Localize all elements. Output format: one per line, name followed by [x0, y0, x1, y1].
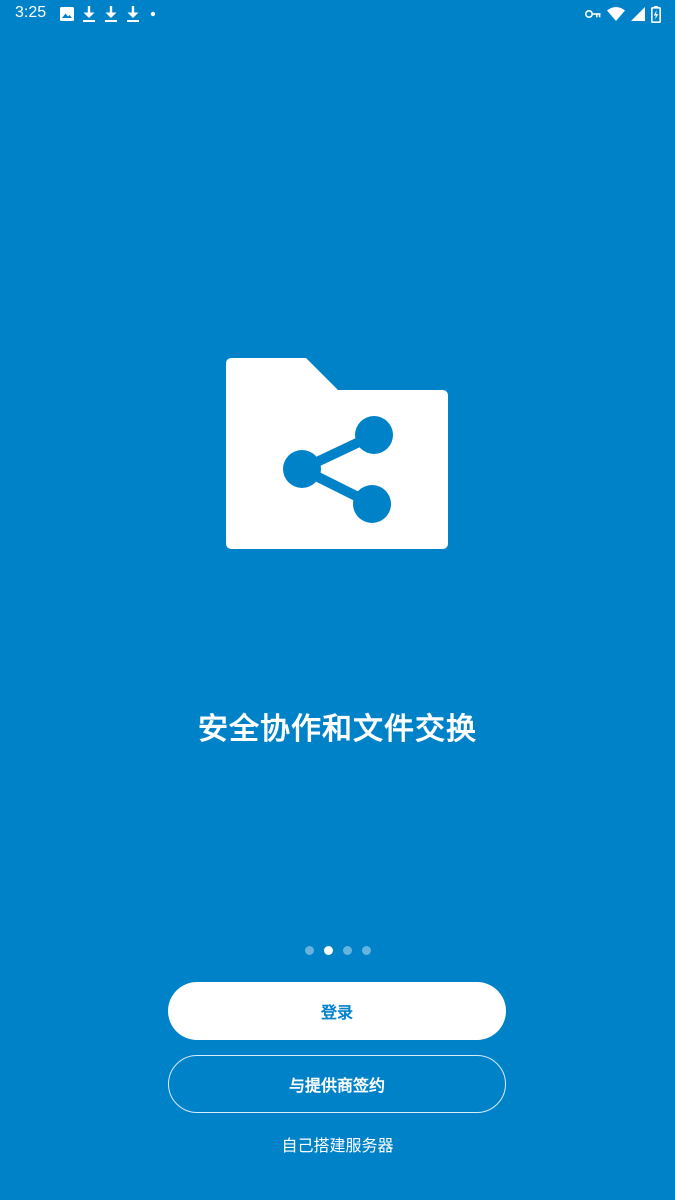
status-bar: 3:25 — [0, 0, 675, 28]
signup-with-provider-button[interactable]: 与提供商签约 — [168, 1055, 506, 1113]
status-time: 3:25 — [15, 4, 47, 21]
folder-share-icon — [226, 358, 448, 549]
page-dot[interactable] — [361, 945, 371, 955]
download-icon — [83, 6, 95, 22]
page-title: 安全协作和文件交换 — [198, 712, 477, 747]
page-dot[interactable] — [342, 945, 352, 955]
image-icon — [60, 7, 74, 21]
login-button-label: 登录 — [320, 1003, 353, 1022]
page-indicator — [0, 945, 675, 955]
page-dot[interactable] — [304, 945, 314, 955]
signal-icon — [631, 7, 645, 21]
page-dot-active[interactable] — [323, 945, 333, 955]
welcome-screen: 3:25 安全协作和文件交换 登录 与提供商签约 自己搭建服务器 — [0, 0, 675, 1200]
download-icon — [105, 6, 117, 22]
dot-icon — [150, 11, 156, 17]
battery-charging-icon — [651, 5, 661, 23]
download-icon — [127, 6, 139, 22]
self-host-link[interactable]: 自己搭建服务器 — [0, 1134, 675, 1158]
login-button[interactable]: 登录 — [168, 982, 506, 1040]
wifi-icon — [607, 7, 625, 21]
vpn-key-icon — [585, 10, 601, 18]
signup-button-label: 与提供商签约 — [288, 1076, 385, 1095]
notification-icons — [60, 5, 166, 23]
system-icons — [579, 5, 661, 23]
